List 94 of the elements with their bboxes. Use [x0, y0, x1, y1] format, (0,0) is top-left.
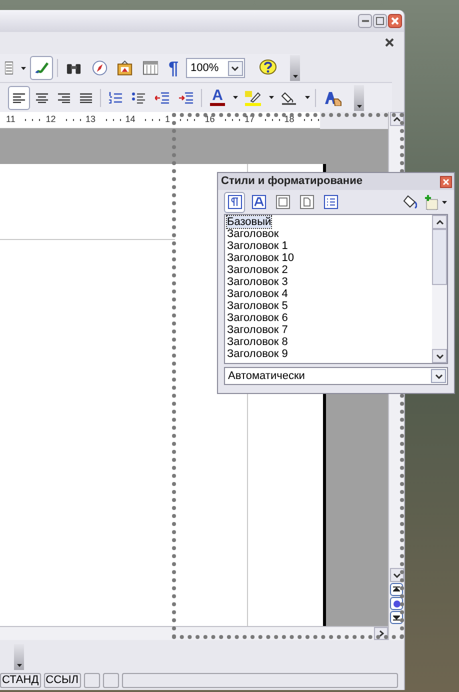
style-item[interactable]: Заголовок 7 [227, 324, 288, 336]
list-styles-icon [324, 195, 338, 209]
scroll-down-button[interactable] [390, 568, 404, 582]
minimize-button[interactable] [358, 14, 372, 28]
ball-icon [392, 600, 400, 608]
maximize-button[interactable] [373, 14, 387, 28]
highlighter-icon [245, 90, 261, 106]
new-style-icon [424, 194, 438, 210]
chevron-down-icon [231, 66, 240, 70]
close-icon [443, 178, 449, 184]
panel-title: Стили и форматирование [221, 174, 362, 190]
status-field: ССЫЛ [44, 672, 81, 688]
toolbar-overflow-button[interactable] [290, 55, 300, 81]
compass-icon [92, 60, 108, 76]
paragraph-styles-button[interactable] [224, 192, 245, 212]
formatting-marks-button[interactable]: ¶ [164, 56, 182, 80]
zoom-field[interactable]: 100% [186, 58, 245, 78]
toolbar-overflow-button[interactable] [354, 84, 364, 110]
paragraph-styles-icon [228, 195, 242, 209]
caret-down-icon [356, 104, 362, 108]
navigation-button[interactable] [390, 597, 403, 610]
chevron-up-icon [392, 116, 400, 122]
picture-frame-icon [117, 60, 133, 76]
style-item[interactable]: Заголовок 8 [227, 336, 288, 348]
chevron-down-icon [392, 572, 400, 578]
maximize-icon [376, 17, 384, 25]
scroll-thumb[interactable] [432, 229, 447, 285]
caret-down-icon [442, 200, 446, 204]
align-center-icon [36, 92, 48, 102]
decrease-indent-icon [155, 92, 169, 104]
ruler-number: 13 [84, 113, 97, 126]
close-document-icon[interactable] [385, 38, 394, 46]
character-styles-icon [252, 195, 266, 209]
filter-dropdown[interactable]: Автоматически [224, 367, 448, 385]
chevron-down-icon [436, 354, 444, 358]
ruler-number: 11 [5, 113, 16, 126]
ruler-number: 12 [44, 113, 57, 126]
style-item[interactable]: Заголовок 4 [227, 288, 288, 300]
pen-icon [34, 60, 50, 76]
scroll-down-button[interactable] [432, 349, 447, 363]
minimize-icon [362, 20, 368, 22]
scroll-up-button[interactable] [432, 215, 447, 229]
list-scrollbar[interactable] [432, 215, 447, 363]
align-right-icon [58, 92, 70, 102]
page-styles-icon [300, 195, 314, 209]
close-button[interactable] [388, 14, 402, 28]
toolbar-overflow-button[interactable] [14, 644, 24, 670]
style-item[interactable]: Заголовок [227, 228, 279, 240]
caret-down-icon [268, 96, 274, 99]
bullet-list-icon [132, 92, 145, 104]
align-left-icon [13, 92, 25, 102]
status-panel [84, 672, 100, 688]
increase-indent-icon [179, 92, 193, 104]
binoculars-icon [66, 61, 82, 75]
style-item[interactable]: Заголовок 9 [227, 348, 288, 360]
style-item[interactable]: Заголовок 5 [227, 300, 288, 312]
numbered-list-icon [109, 92, 122, 104]
align-left-button[interactable] [8, 86, 30, 110]
double-down-icon [393, 614, 400, 621]
ruler-number: 1 [164, 113, 172, 126]
style-item[interactable]: Заголовок 1 [227, 240, 288, 252]
paint-bucket-icon [281, 90, 297, 106]
double-up-icon [393, 586, 400, 593]
question-bubble-icon [258, 59, 277, 77]
caret-down-icon [292, 75, 298, 78]
style-item[interactable]: Заголовок 6 [227, 312, 288, 324]
chevron-down-icon [434, 374, 442, 378]
caret-down-icon [21, 66, 26, 70]
close-button[interactable] [440, 176, 452, 188]
pen-button[interactable] [30, 56, 54, 80]
chevron-up-icon [436, 220, 444, 224]
horizontal-scrollbar[interactable] [0, 626, 388, 640]
previous-page-button[interactable] [390, 583, 403, 596]
style-item[interactable]: Заголовок 3 [227, 276, 288, 288]
style-item[interactable]: Заголовок 10 [227, 252, 294, 264]
scroll-right-button[interactable] [374, 627, 388, 640]
paint-bucket-icon [403, 195, 417, 209]
next-page-button[interactable] [390, 611, 403, 624]
status-panel [102, 672, 119, 688]
style-item[interactable]: Базовый [227, 216, 272, 228]
list-icon [5, 61, 13, 75]
frame-styles-icon [276, 195, 290, 209]
chevron-right-icon [378, 630, 384, 637]
caret-down-icon [232, 96, 238, 99]
caret-down-icon [304, 96, 310, 99]
style-item[interactable]: Заголовок 2 [227, 264, 288, 276]
ruler-number: 14 [124, 113, 136, 126]
close-icon [391, 17, 399, 25]
table-icon [142, 61, 158, 75]
caret-down-icon [16, 664, 22, 667]
font-color-button[interactable]: A [206, 86, 229, 110]
justify-icon [80, 92, 92, 102]
status-field: СТАНД [0, 672, 41, 688]
style-hand-icon [324, 90, 342, 106]
